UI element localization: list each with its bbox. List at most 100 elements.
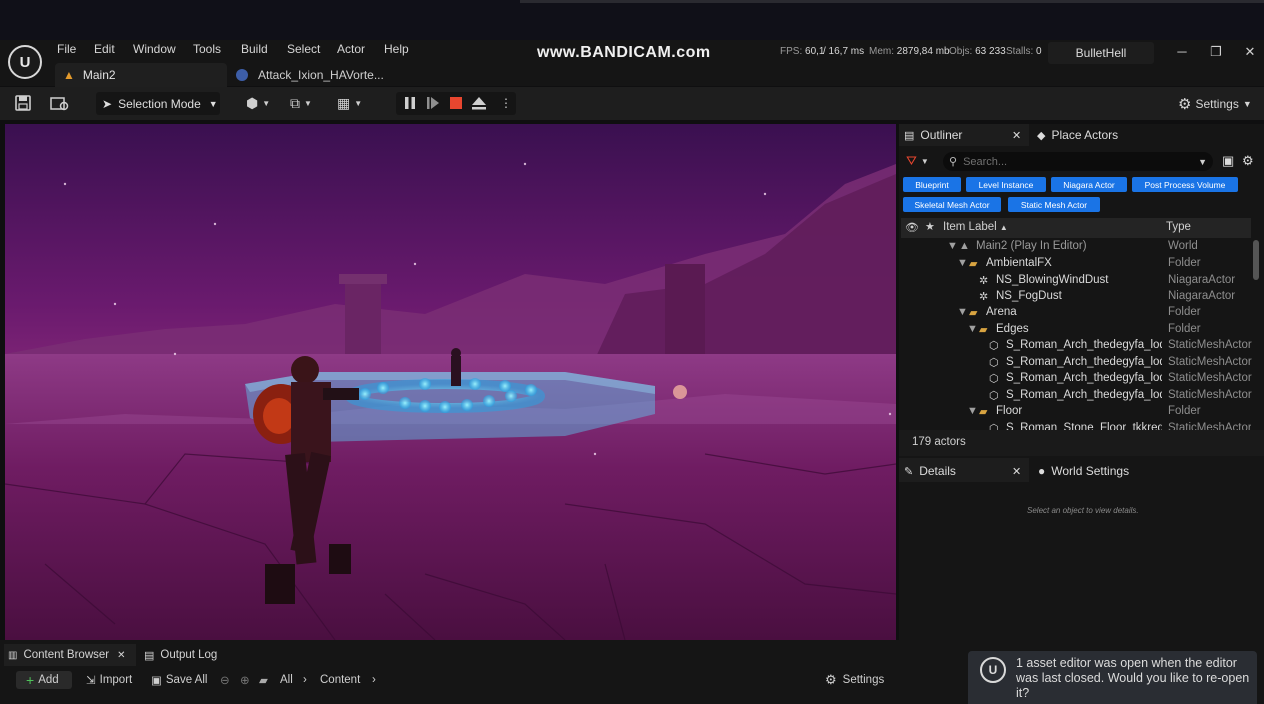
outliner-search-input[interactable]: ⚲ Search... ▼ <box>943 152 1213 171</box>
outliner-scrollbar[interactable] <box>1253 240 1259 280</box>
star-icon[interactable]: ★ <box>925 220 935 233</box>
folder-icon: ▰ <box>979 324 988 336</box>
tab-details[interactable]: ✎ Details <box>904 460 956 482</box>
row-type: NiagaraActor <box>1168 274 1236 286</box>
minimize-button[interactable]: ─ <box>1172 44 1192 62</box>
outliner-row-actor[interactable]: ⬡ S_Roman_Arch_thedegyfa_lod StaticMeshA… <box>901 339 1252 355</box>
tab-output-log[interactable]: ▤ Output Log <box>144 644 217 666</box>
close-icon[interactable]: ✕ <box>1012 460 1021 482</box>
outliner-row-folder[interactable]: ▼ ▰ AmbientalFX Folder <box>901 257 1251 273</box>
notification-text: 1 asset editor was open when the editor … <box>1016 656 1250 700</box>
row-type: StaticMeshActor <box>1168 422 1251 430</box>
row-label: S_Roman_Arch_thedegyfa_lod <box>1006 339 1162 351</box>
outliner-row-folder[interactable]: ▼ ▰ Edges Folder <box>901 323 1251 339</box>
expand-arrow-icon[interactable]: ▼ <box>967 405 978 417</box>
memory-readout: Mem: 2879,84 mb <box>869 46 950 57</box>
expand-arrow-icon[interactable]: ▼ <box>957 306 968 318</box>
row-label: AmbientalFX <box>986 257 1052 269</box>
level-viewport[interactable] <box>5 124 896 640</box>
row-type: World <box>1168 240 1198 252</box>
add-folder-icon[interactable]: ▣ <box>1222 150 1234 172</box>
chevron-down-icon: ▼ <box>208 98 218 109</box>
row-label: S_Roman_Stone_Floor_tkkrequ <box>1006 422 1162 430</box>
row-label: Arena <box>986 306 1017 318</box>
stop-icon[interactable] <box>448 95 464 111</box>
history-forward-icon[interactable]: ⊕ <box>240 671 250 689</box>
globe-icon: ● <box>1038 464 1046 478</box>
tab-level-main2[interactable]: ▲ Main2 <box>55 63 227 87</box>
menu-actor[interactable]: Actor <box>337 42 365 58</box>
unreal-logo-icon[interactable]: U <box>8 45 42 79</box>
outliner-row-world[interactable]: ▼ ▲ Main2 (Play In Editor) World <box>901 240 1251 256</box>
restore-button[interactable]: ❐ <box>1206 44 1226 62</box>
gear-icon[interactable]: ⚙ <box>1242 150 1254 172</box>
row-type: StaticMeshActor <box>1168 356 1252 368</box>
selection-mode-dropdown[interactable]: ➤ Selection Mode ▼ <box>96 92 220 115</box>
gear-icon: ⚙ <box>825 672 837 687</box>
tab-world-settings[interactable]: ● World Settings <box>1038 460 1129 482</box>
chevron-right-icon[interactable]: › <box>372 671 376 689</box>
more-icon[interactable]: ⋮ <box>500 93 512 113</box>
column-item-label[interactable]: Item Label ▲ <box>943 221 1008 233</box>
filter-static-mesh-actor[interactable]: Static Mesh Actor <box>1008 197 1100 212</box>
expand-arrow-icon[interactable]: ▼ <box>947 240 958 252</box>
menu-edit[interactable]: Edit <box>94 42 115 58</box>
path-all[interactable]: All <box>280 671 293 689</box>
menu-help[interactable]: Help <box>384 42 409 58</box>
content-browser-tab-label: Content Browser <box>23 649 110 661</box>
menu-select[interactable]: Select <box>287 42 320 58</box>
outliner-row-actor[interactable]: ⬡ S_Roman_Arch_thedegyfa_lod StaticMeshA… <box>901 389 1252 405</box>
reopen-assets-notification[interactable]: U 1 asset editor was open when the edito… <box>968 651 1257 704</box>
outliner-row-actor[interactable]: ✲ NS_FogDust NiagaraActor <box>901 290 1251 306</box>
tab-attack-asset[interactable]: Attack_Ixion_HAVorte... <box>236 63 396 87</box>
filter-skeletal-mesh-actor[interactable]: Skeletal Mesh Actor <box>903 197 1001 212</box>
outliner-row-actor[interactable]: ⬡ S_Roman_Arch_thedegyfa_lod StaticMeshA… <box>901 372 1252 388</box>
outliner-row-actor[interactable]: ⬡ S_Roman_Stone_Floor_tkkrequ StaticMesh… <box>901 422 1251 430</box>
close-icon[interactable]: ✕ <box>117 650 125 661</box>
history-back-icon[interactable]: ⊖ <box>220 671 230 689</box>
cinematics-icon[interactable]: ▦ ▼ <box>337 93 362 113</box>
expand-arrow-icon[interactable]: ▼ <box>957 257 968 269</box>
tab-content-browser[interactable]: ▥ Content Browser ✕ <box>8 644 126 666</box>
outliner-column-header: 👁 ★ Item Label ▲ Type <box>901 218 1251 238</box>
outliner-row-folder[interactable]: ▼ ▰ Floor Folder <box>901 405 1251 421</box>
outliner-row-actor[interactable]: ✲ NS_BlowingWindDust NiagaraActor <box>901 274 1251 290</box>
tab-place-actors[interactable]: ◆ Place Actors <box>1037 124 1118 146</box>
row-label: Main2 (Play In Editor) <box>976 240 1087 252</box>
step-icon[interactable] <box>425 95 441 111</box>
toolbar-settings-button[interactable]: ⚙ Settings ▼ <box>1178 95 1252 113</box>
content-settings-button[interactable]: ⚙ Settings <box>825 671 884 689</box>
close-icon[interactable]: ✕ <box>1012 124 1021 146</box>
content-icon[interactable] <box>50 94 70 112</box>
filter-icon[interactable]: ⛛ ▼ <box>906 150 929 172</box>
enemy-character <box>451 348 461 386</box>
pause-icon[interactable] <box>402 95 418 111</box>
outliner-row-actor[interactable]: ⬡ S_Roman_Arch_thedegyfa_lod StaticMeshA… <box>901 356 1252 372</box>
cursor-icon: ➤ <box>102 96 113 111</box>
filter-level-instance[interactable]: Level Instance <box>966 177 1046 192</box>
import-button[interactable]: ⇲ Import <box>86 671 132 689</box>
add-button[interactable]: + Add <box>16 671 72 689</box>
row-type: StaticMeshActor <box>1168 339 1252 351</box>
blueprint-graph-icon[interactable]: ⧉ ▼ <box>290 93 312 113</box>
filter-niagara-actor[interactable]: Niagara Actor <box>1051 177 1127 192</box>
path-content[interactable]: Content <box>320 671 360 689</box>
menu-build[interactable]: Build <box>241 42 268 58</box>
expand-arrow-icon[interactable]: ▼ <box>967 323 978 335</box>
filter-blueprint[interactable]: Blueprint <box>903 177 961 192</box>
column-type[interactable]: Type <box>1166 221 1191 233</box>
eye-icon[interactable]: 👁 <box>905 221 919 234</box>
menu-file[interactable]: File <box>57 42 76 58</box>
outliner-row-folder[interactable]: ▼ ▰ Arena Folder <box>901 306 1251 322</box>
add-actor-icon[interactable]: ⬢ ▼ <box>246 93 270 113</box>
menu-tools[interactable]: Tools <box>193 42 221 58</box>
close-window-button[interactable]: ✕ <box>1240 44 1260 62</box>
menu-window[interactable]: Window <box>133 42 176 58</box>
tab-outliner[interactable]: ▤ Outliner <box>904 124 962 146</box>
mesh-icon: ⬡ <box>989 357 999 369</box>
save-icon[interactable] <box>14 94 32 112</box>
tab-label: Attack_Ixion_HAVorte... <box>258 68 384 82</box>
save-all-button[interactable]: ▣ Save All <box>151 671 207 689</box>
filter-post-process-volume[interactable]: Post Process Volume <box>1132 177 1238 192</box>
eject-icon[interactable] <box>471 95 487 111</box>
